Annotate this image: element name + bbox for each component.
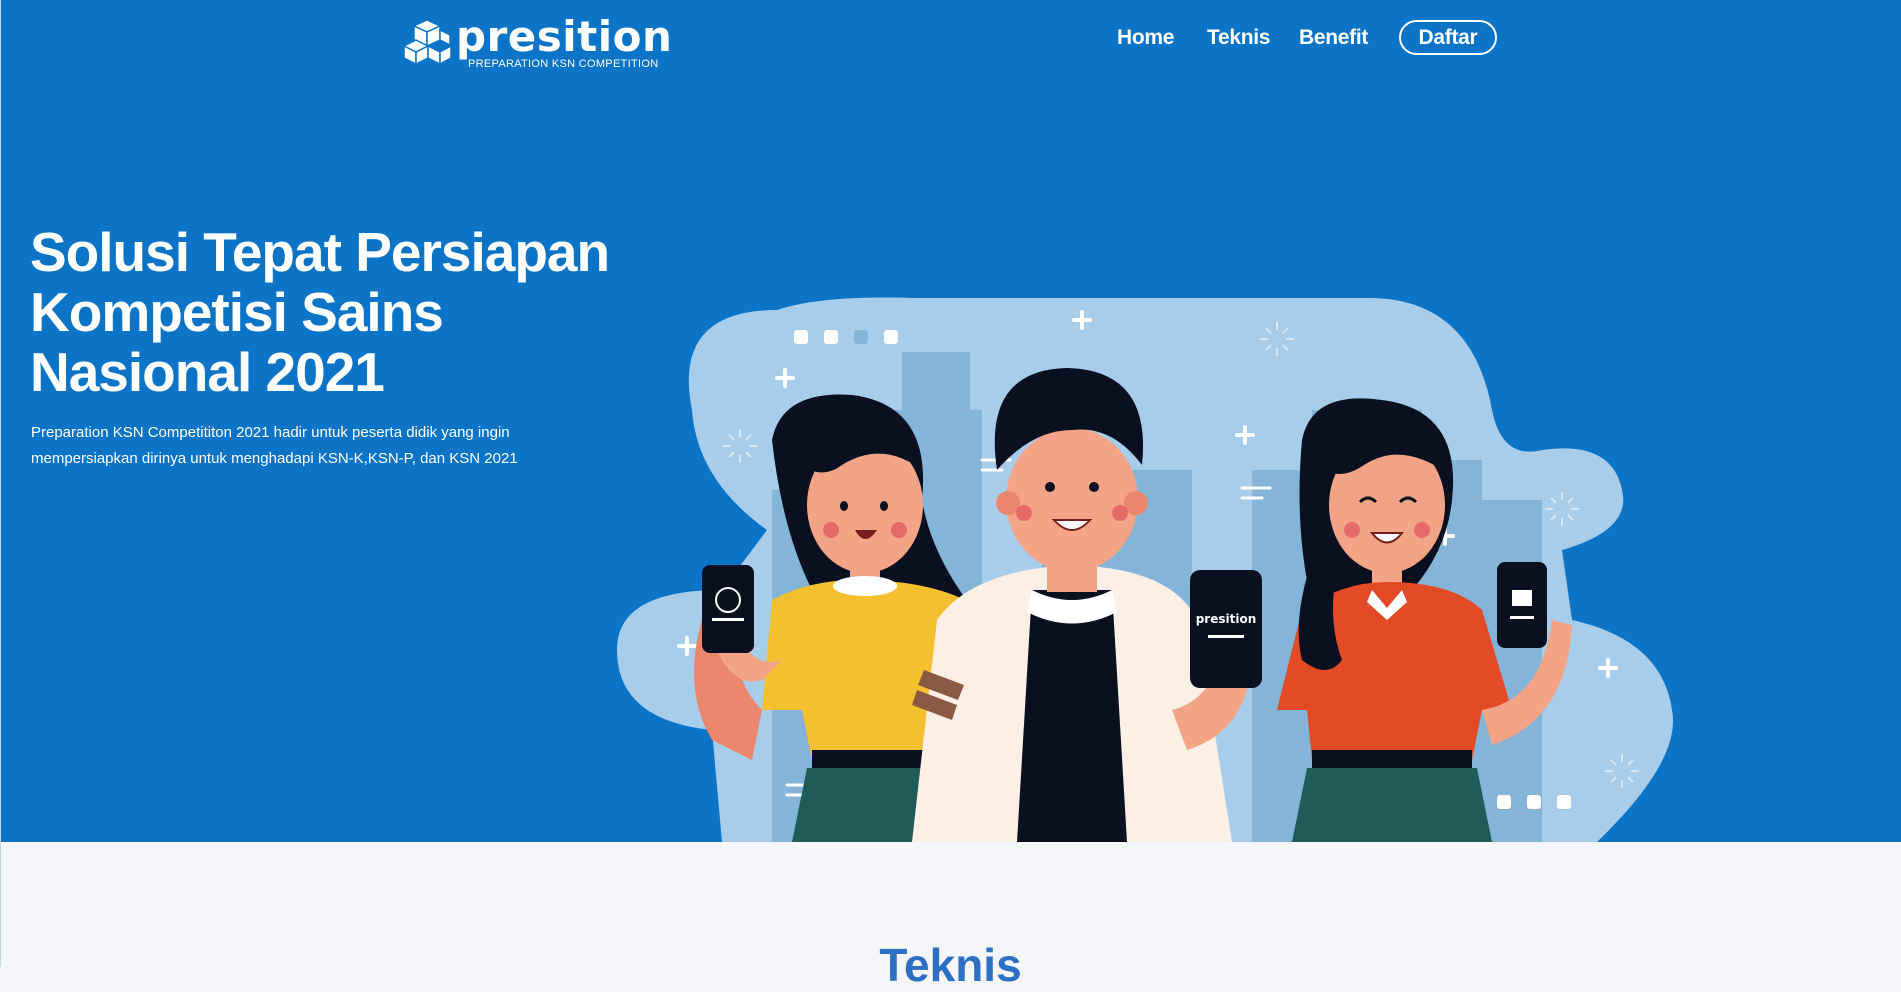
- hero-title: Solusi Tepat Persiapan Kompetisi Sains N…: [30, 221, 610, 403]
- brand-tagline: PREPARATION KSN COMPETITION: [468, 58, 659, 70]
- page-left-border: [0, 0, 1, 967]
- brand-wordmark: presition: [456, 12, 673, 61]
- cube-logo-icon: [402, 19, 452, 66]
- hero-description: Preparation KSN Competititon 2021 hadir …: [31, 424, 518, 467]
- teknis-section-title: Teknis: [879, 939, 1022, 991]
- brand-logo[interactable]: presition PREPARATION KSN COMPETITION: [402, 12, 672, 70]
- nav-teknis-link[interactable]: Teknis: [1207, 26, 1270, 50]
- phone-brand-label: presition: [1196, 612, 1257, 626]
- daftar-button[interactable]: Daftar: [1399, 20, 1497, 55]
- nav-benefit-link[interactable]: Benefit: [1299, 26, 1368, 50]
- students-illustration: presition: [617, 297, 1674, 842]
- hero-section: presition PREPARATION KSN COMPETITION Ho…: [0, 0, 1901, 842]
- phone-mockup: presition: [1190, 570, 1262, 688]
- nav-home-link[interactable]: Home: [1117, 26, 1174, 50]
